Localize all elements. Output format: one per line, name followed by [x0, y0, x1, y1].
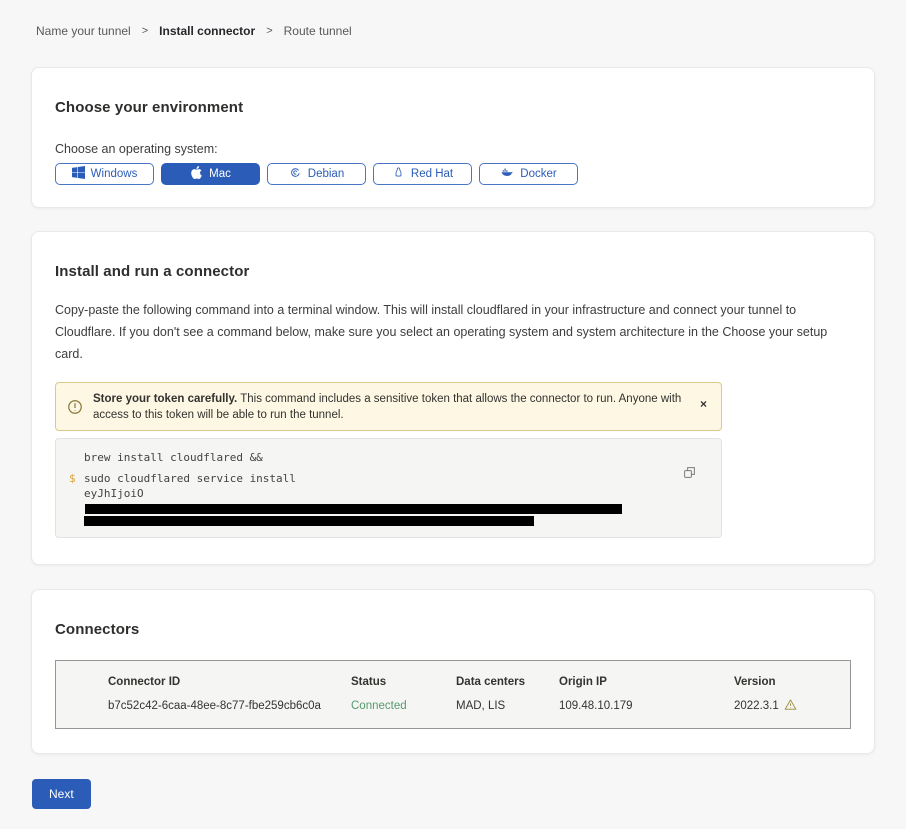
connector-id-value: b7c52c42-6caa-48ee-8c77-fbe259cb6c0a	[108, 700, 351, 712]
redacted-token-bar-2	[84, 516, 534, 526]
debian-icon	[289, 166, 302, 182]
origin-ip-value: 109.48.10.179	[559, 700, 734, 712]
token-prefix: eyJhIjoiO	[84, 487, 144, 500]
connectors-table-header: Connector ID Status Data centers Origin …	[56, 676, 850, 688]
connectors-card: Connectors Connector ID Status Data cent…	[31, 589, 875, 754]
shell-prompt: $	[69, 471, 76, 486]
os-button-docker[interactable]: Docker	[479, 163, 578, 185]
os-button-windows[interactable]: Windows	[55, 163, 154, 185]
install-card-title: Install and run a connector	[55, 254, 851, 280]
data-centers-value: MAD, LIS	[456, 700, 559, 712]
code-line-sudo: sudo cloudflared service install	[84, 471, 681, 486]
column-origin-ip: Origin IP	[559, 676, 734, 688]
breadcrumb-step-name-your-tunnel[interactable]: Name your tunnel	[36, 24, 131, 38]
table-row: b7c52c42-6caa-48ee-8c77-fbe259cb6c0a Con…	[56, 698, 850, 714]
breadcrumb-separator: >	[266, 25, 272, 37]
breadcrumb-step-install-connector[interactable]: Install connector	[159, 24, 255, 38]
os-button-label: Red Hat	[411, 168, 453, 180]
install-connector-card: Install and run a connector Copy-paste t…	[31, 231, 875, 565]
os-select-label: Choose an operating system:	[55, 142, 851, 156]
token-warning-title: Store your token carefully.	[93, 393, 237, 405]
environment-card-title: Choose your environment	[55, 90, 851, 116]
docker-icon	[500, 166, 514, 182]
tunnel-setup-page: Name your tunnel > Install connector > R…	[0, 0, 906, 829]
token-warning-text: Store your token carefully. This command…	[93, 390, 686, 423]
tux-icon	[392, 166, 405, 182]
choose-environment-card: Choose your environment Choose an operat…	[31, 67, 875, 208]
code-line-token: eyJhIjoiO	[84, 486, 681, 516]
column-data-centers: Data centers	[456, 676, 559, 688]
column-connector-id: Connector ID	[108, 676, 351, 688]
next-button[interactable]: Next	[32, 779, 91, 809]
os-button-mac[interactable]: Mac	[161, 163, 260, 185]
breadcrumb-separator: >	[142, 25, 148, 37]
apple-icon	[190, 166, 203, 182]
windows-icon	[72, 166, 85, 182]
close-icon[interactable]: ×	[700, 398, 707, 410]
connectors-card-title: Connectors	[55, 612, 851, 638]
install-command-codeblock: brew install cloudflared && $ sudo cloud…	[55, 438, 722, 538]
os-button-group: Windows Mac Debian Red Hat	[55, 163, 851, 185]
code-line-brew: brew install cloudflared &&	[84, 450, 681, 465]
breadcrumb-step-route-tunnel[interactable]: Route tunnel	[284, 24, 352, 38]
status-badge: Connected	[351, 700, 456, 712]
redacted-token-bar-1	[85, 504, 622, 514]
breadcrumb: Name your tunnel > Install connector > R…	[31, 0, 875, 38]
os-button-label: Debian	[308, 168, 344, 180]
os-button-label: Docker	[520, 168, 556, 180]
warning-triangle-icon	[784, 698, 797, 714]
connectors-table: Connector ID Status Data centers Origin …	[55, 660, 851, 729]
os-button-label: Windows	[91, 168, 138, 180]
install-card-description: Copy-paste the following command into a …	[55, 299, 851, 365]
version-number: 2022.3.1	[734, 700, 779, 712]
os-button-label: Mac	[209, 168, 231, 180]
column-version: Version	[734, 676, 850, 688]
os-button-debian[interactable]: Debian	[267, 163, 366, 185]
column-status: Status	[351, 676, 456, 688]
alert-circle-icon	[67, 399, 83, 420]
copy-icon[interactable]	[682, 465, 697, 483]
token-warning-banner: Store your token carefully. This command…	[55, 382, 722, 431]
version-value: 2022.3.1	[734, 698, 850, 714]
os-button-redhat[interactable]: Red Hat	[373, 163, 472, 185]
